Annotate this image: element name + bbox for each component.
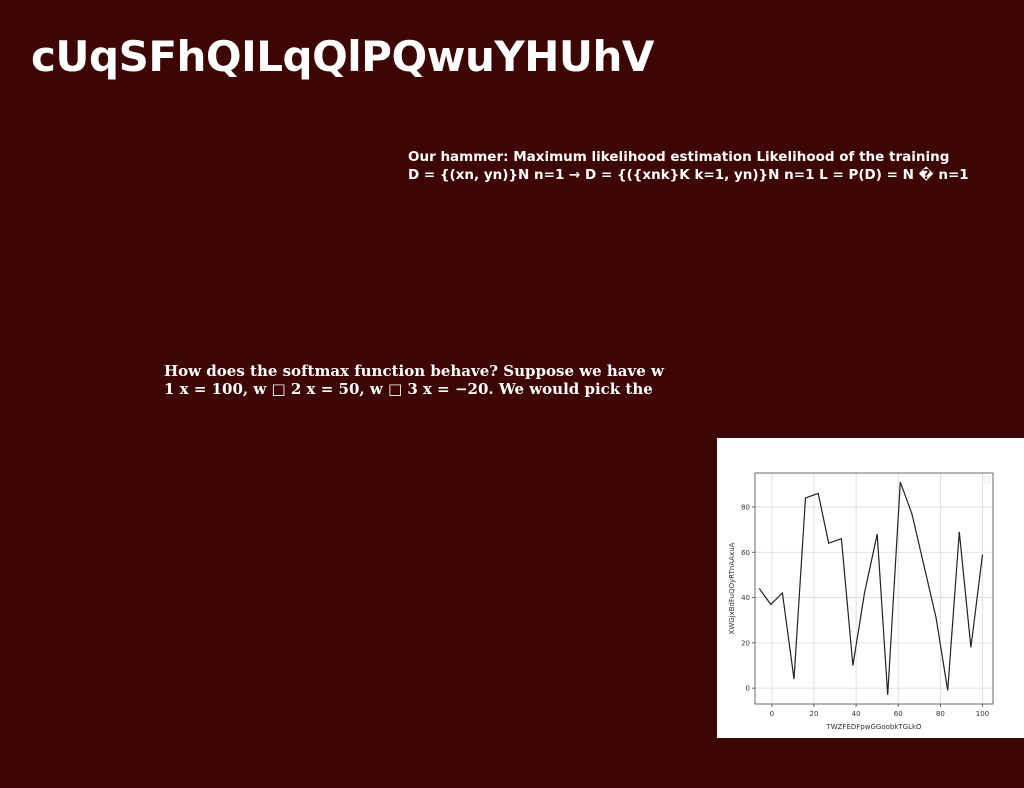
text-line: Our hammer: Maximum likelihood estimatio…: [408, 149, 950, 165]
text-line: How does the softmax function behave? Su…: [164, 362, 664, 380]
x-tick-label: 80: [936, 710, 945, 718]
likelihood-text-block: Our hammer: Maximum likelihood estimatio…: [408, 148, 969, 184]
line-chart: 0 20 40 60 80 100 0 20 40 60 80 TWZFEDFpwGGoobkTGLk…: [728, 472, 994, 731]
text-line: 1 x = 100, w □ 2 x = 50, w □ 3 x = −20. …: [164, 380, 653, 398]
x-tick-label: 100: [976, 710, 989, 718]
x-tick-label: 60: [894, 710, 903, 718]
legend-box: [983, 476, 990, 484]
softmax-text-block: How does the softmax function behave? Su…: [164, 362, 664, 398]
y-tick-label: 40: [741, 594, 750, 602]
text-line: D = {(xn, yn)}N n=1 → D = {({xnk}K k=1, …: [408, 167, 969, 183]
plot-frame: [754, 472, 994, 705]
y-tick-label: 20: [741, 639, 750, 647]
slide-title: cUqSFhQILqQlPQwuYHUhV: [31, 32, 654, 81]
x-tick-label: 40: [852, 710, 861, 718]
y-tick-label: 60: [741, 549, 750, 557]
line-chart-panel: 0 20 40 60 80 100 0 20 40 60 80 TWZFEDFpwGGoobkTGLk…: [717, 438, 1024, 738]
x-tick-label: 0: [770, 710, 774, 718]
y-tick-label: 0: [746, 685, 750, 693]
y-tick-label: 80: [741, 503, 750, 511]
x-axis-label: TWZFEDFpwGGoobkTGLkO: [825, 723, 922, 731]
series-line: [758, 481, 984, 695]
y-axis-label: XWGjxBdFuQOyRTnAAxuA: [728, 542, 736, 634]
x-tick-label: 20: [810, 710, 819, 718]
